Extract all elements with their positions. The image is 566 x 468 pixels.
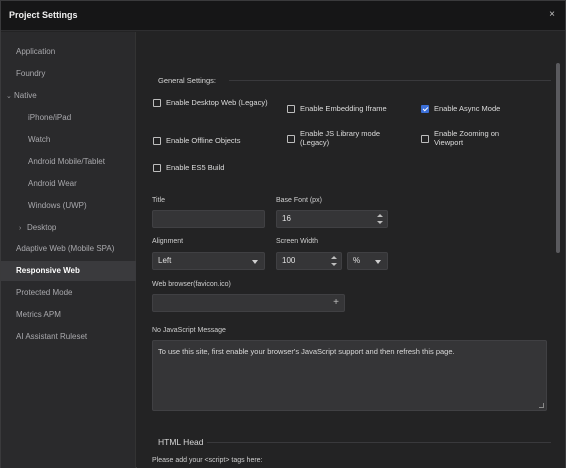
checkbox-box[interactable] (153, 99, 161, 107)
chevron-right-icon[interactable]: › (19, 219, 27, 239)
checkbox-box[interactable] (153, 137, 161, 145)
enable-zooming-checkbox[interactable]: Enable Zooming on Viewport (421, 129, 521, 147)
screen-width-label: Screen Width (276, 238, 319, 245)
sidebar-item-application[interactable]: Application (1, 42, 136, 62)
checkbox-label: Enable Embedding Iframe (300, 104, 387, 113)
checkbox-label: Enable JS Library mode (Legacy) (300, 129, 381, 147)
sidebar-item-foundry[interactable]: Foundry (1, 64, 136, 84)
stepper-arrows-icon[interactable] (377, 214, 383, 224)
alignment-select[interactable]: Left (152, 252, 265, 270)
checkbox-checked[interactable] (421, 105, 429, 113)
add-icon[interactable]: + (333, 295, 339, 311)
sidebar-item-label: Native (14, 91, 37, 100)
nojs-message-textarea[interactable]: To use this site, first enable your brow… (152, 340, 547, 411)
enable-offline-objects-checkbox[interactable]: Enable Offline Objects (153, 136, 283, 145)
enable-embedding-iframe-checkbox[interactable]: Enable Embedding Iframe (287, 104, 417, 113)
chevron-down-icon (252, 260, 258, 264)
base-font-stepper[interactable]: 16 (276, 210, 388, 228)
checkbox-box[interactable] (421, 135, 429, 143)
alignment-label: Alignment (152, 238, 184, 245)
stepper-arrows-icon[interactable] (331, 256, 337, 266)
nojs-message-text: To use this site, first enable your brow… (158, 347, 455, 356)
sidebar-item-ai-assistant-ruleset[interactable]: AI Assistant Ruleset (1, 327, 136, 347)
sidebar-item-watch[interactable]: Watch (1, 130, 136, 150)
base-font-value: 16 (282, 214, 291, 223)
enable-js-library-mode-checkbox[interactable]: Enable JS Library mode (Legacy) (287, 129, 399, 147)
checkbox-label: Enable ES5 Build (166, 163, 225, 172)
checkbox-label: Enable Zooming on Viewport (434, 129, 500, 147)
enable-desktop-web-checkbox[interactable]: Enable Desktop Web (Legacy) (153, 98, 273, 107)
nojs-message-label: No JavaScript Message (152, 327, 226, 334)
chevron-down-icon[interactable]: ⌄ (6, 87, 14, 107)
screen-width-stepper[interactable]: 100 (276, 252, 342, 270)
title-label: Title (152, 197, 165, 204)
dialog-title: Project Settings (9, 10, 78, 20)
enable-async-mode-checkbox[interactable]: Enable Async Mode (421, 104, 551, 113)
sidebar-item-label: Desktop (27, 223, 57, 232)
base-font-label: Base Font (px) (276, 197, 322, 204)
checkbox-box[interactable] (287, 135, 295, 143)
alignment-value: Left (158, 256, 172, 265)
sidebar-item-adaptive-web[interactable]: Adaptive Web (Mobile SPA) (1, 239, 136, 259)
content-scrollbar[interactable] (556, 63, 560, 253)
sidebar-item-windows-uwp[interactable]: Windows (UWP) (1, 196, 136, 216)
checkbox-label: Enable Async Mode (434, 104, 501, 113)
favicon-label: Web browser(favicon.ico) (152, 281, 231, 288)
sidebar-item-native[interactable]: ⌄ Native (1, 86, 136, 106)
screen-width-value: 100 (282, 256, 296, 265)
sidebar-item-iphone-ipad[interactable]: iPhone/iPad (1, 108, 136, 128)
section-divider (229, 80, 551, 81)
sidebar-item-responsive-web[interactable]: Responsive Web (1, 261, 136, 281)
html-head-heading: HTML Head (158, 437, 204, 447)
close-icon[interactable]: × (549, 9, 555, 20)
general-settings-heading: General Settings: (158, 76, 216, 85)
checkbox-box[interactable] (153, 164, 161, 172)
settings-sidebar: Application Foundry ⌄ Native iPhone/iPad … (1, 32, 136, 468)
checkbox-box[interactable] (287, 105, 295, 113)
sidebar-item-protected-mode[interactable]: Protected Mode (1, 283, 136, 303)
settings-content: General Settings: Enable Desktop Web (Le… (137, 32, 565, 468)
screen-width-unit-select[interactable]: % (347, 252, 388, 270)
favicon-input[interactable]: + (152, 294, 345, 312)
checkbox-label: Enable Offline Objects (166, 136, 241, 145)
resize-handle-icon[interactable] (539, 403, 544, 408)
sidebar-item-android-wear[interactable]: Android Wear (1, 174, 136, 194)
title-input[interactable] (152, 210, 265, 228)
chevron-down-icon (375, 260, 381, 264)
checkbox-label: Enable Desktop Web (Legacy) (166, 98, 268, 107)
enable-es5-build-checkbox[interactable]: Enable ES5 Build (153, 163, 283, 172)
section-divider (207, 442, 551, 443)
sidebar-item-desktop[interactable]: › Desktop (1, 218, 136, 238)
project-settings-dialog: Project Settings × Application Foundry ⌄… (0, 0, 566, 468)
sidebar-item-metrics-apm[interactable]: Metrics APM (1, 305, 136, 325)
sidebar-item-android-mobile-tablet[interactable]: Android Mobile/Tablet (1, 152, 136, 172)
title-bar: Project Settings × (1, 1, 565, 31)
html-head-hint: Please add your <script> tags here: (152, 457, 263, 464)
unit-value: % (353, 256, 361, 265)
